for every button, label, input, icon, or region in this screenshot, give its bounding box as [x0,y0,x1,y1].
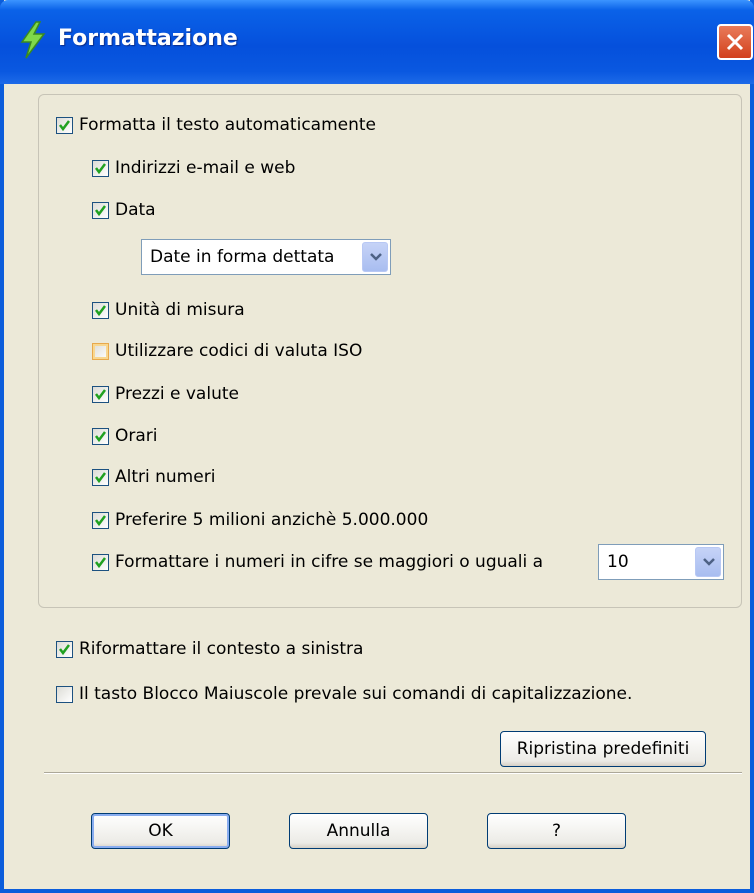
checkmark-icon [95,471,106,483]
chevron-down-icon [370,253,382,261]
label-prices: Prezzi e valute [115,384,239,404]
checkbox-other-numbers[interactable] [92,468,109,486]
auto-format-checkbox[interactable] [56,116,73,134]
date-format-select[interactable]: Date in forma dettata [141,239,391,275]
auto-format-checkbox-row[interactable]: Formatta il testo automaticamente [56,114,376,136]
checkbox-row-other-numbers[interactable]: Altri numeri [92,466,215,488]
number-dropdown-button[interactable] [695,547,721,577]
number-threshold-select[interactable]: 10 [598,544,724,580]
checkbox-caps-lock[interactable] [56,685,73,703]
checkmark-icon [95,304,106,316]
checkbox-units[interactable] [92,301,109,319]
ok-button[interactable]: OK [91,813,230,849]
checkbox-row-iso-currency[interactable]: Utilizzare codici di valuta ISO [92,340,362,362]
label-iso-currency: Utilizzare codici di valuta ISO [115,341,363,361]
checkmark-icon [95,514,106,526]
checkbox-row-caps-lock[interactable]: Il tasto Blocco Maiuscole prevale sui co… [56,683,632,705]
number-threshold-value: 10 [607,552,629,572]
cancel-button[interactable]: Annulla [289,813,428,849]
checkmark-icon [59,643,70,655]
checkmark-icon [95,556,106,568]
checkbox-email-web[interactable] [92,159,109,177]
checkmark-icon [59,119,70,131]
auto-format-label: Formatta il testo automaticamente [79,115,377,135]
checkbox-row-date[interactable]: Data [92,199,156,221]
checkbox-row-numbers-threshold[interactable]: Formattare i numeri in cifre se maggiori… [92,551,597,573]
lightning-icon [20,21,46,59]
title-bar[interactable]: Formattazione [0,0,754,84]
separator [44,772,742,774]
checkbox-row-email-web[interactable]: Indirizzi e-mail e web [92,157,295,179]
checkbox-prefer-millions[interactable] [92,511,109,529]
label-times: Orari [115,426,158,446]
label-date: Data [115,200,156,220]
date-dropdown-button[interactable] [362,242,388,272]
checkbox-reformat-left[interactable] [56,640,73,658]
checkmark-icon [95,204,106,216]
label-units: Unità di misura [115,300,245,320]
label-prefer-millions: Preferire 5 milioni anzichè 5.000.000 [115,510,429,530]
checkbox-prices[interactable] [92,385,109,403]
checkbox-numbers-threshold[interactable] [92,553,109,571]
checkmark-icon [95,388,106,400]
close-icon [726,33,744,51]
checkbox-row-prices[interactable]: Prezzi e valute [92,383,239,405]
label-reformat-left: Riformattare il contesto a sinistra [79,639,364,659]
checkbox-row-times[interactable]: Orari [92,425,158,447]
close-button[interactable] [717,24,753,60]
checkbox-row-reformat-left[interactable]: Riformattare il contesto a sinistra [56,638,363,660]
dialog-window: Formattazione Formatta il testo automati… [0,0,754,893]
date-format-value: Date in forma dettata [150,247,335,267]
checkmark-icon [95,162,106,174]
checkmark-icon [95,430,106,442]
label-numbers-threshold: Formattare i numeri in cifre se maggiori… [115,552,544,572]
window-title: Formattazione [58,26,238,51]
label-caps-lock: Il tasto Blocco Maiuscole prevale sui co… [79,684,633,704]
label-other-numbers: Altri numeri [115,467,216,487]
help-button[interactable]: ? [487,813,626,849]
chevron-down-icon [703,558,715,566]
checkbox-times[interactable] [92,427,109,445]
checkbox-iso-currency[interactable] [92,342,109,360]
checkbox-row-units[interactable]: Unità di misura [92,299,245,321]
checkbox-date[interactable] [92,201,109,219]
checkbox-row-prefer-millions[interactable]: Preferire 5 milioni anzichè 5.000.000 [92,509,428,531]
label-email-web: Indirizzi e-mail e web [115,158,296,178]
restore-defaults-button[interactable]: Ripristina predefiniti [500,731,706,767]
